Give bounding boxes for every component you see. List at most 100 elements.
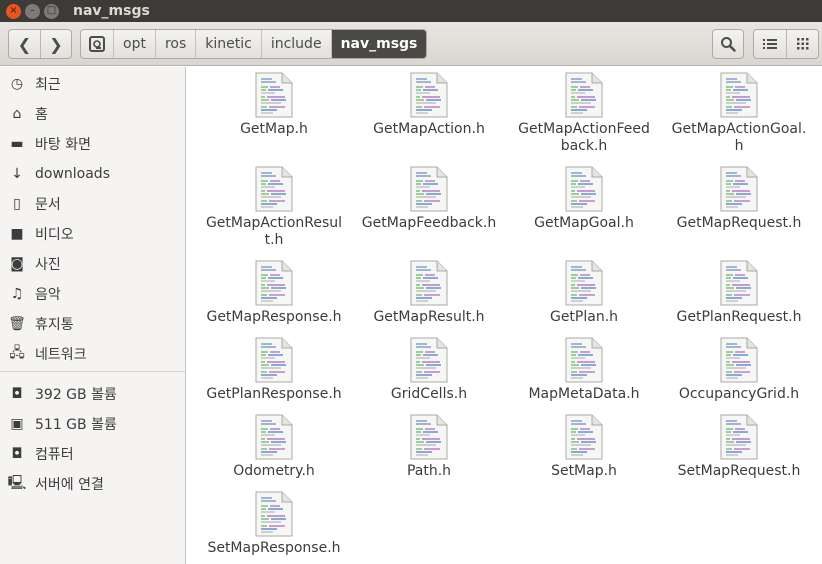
file-item[interactable]: OccupancyGrid.h (664, 337, 814, 403)
file-item[interactable]: Odometry.h (199, 414, 349, 480)
breadcrumb-opt[interactable]: opt (113, 30, 155, 58)
sidebar-item-home[interactable]: ⌂ 홈 (0, 100, 185, 128)
sidebar-item-pictures[interactable]: ◙ 사진 (0, 250, 185, 278)
file-item[interactable]: SetMapResponse.h (199, 491, 349, 557)
drive-icon: ◘ (11, 386, 23, 402)
sidebar-item-label: 음악 (35, 287, 61, 303)
chevron-left-icon: ❮ (17, 34, 32, 54)
breadcrumb-nav-msgs[interactable]: nav_msgs (330, 30, 427, 58)
file-item[interactable]: GetMapRequest.h (664, 166, 814, 232)
text-file-icon (720, 337, 758, 383)
file-item[interactable]: GetMapActionResult.h (199, 166, 349, 249)
breadcrumb-include[interactable]: include (260, 30, 331, 58)
file-name: MapMetaData.h (528, 386, 640, 402)
file-item[interactable]: GetPlanRequest.h (664, 260, 814, 326)
text-file-icon (565, 72, 603, 118)
file-item[interactable]: GetPlan.h (509, 260, 659, 326)
text-file-icon (255, 491, 293, 537)
file-name: GetMapActionResult.h (205, 215, 343, 248)
text-file-icon (565, 414, 603, 460)
minimize-window-button[interactable]: – (25, 3, 40, 19)
maximize-window-button[interactable]: □ (44, 3, 59, 19)
text-file-icon (255, 260, 293, 306)
file-name: GetMapGoal.h (534, 215, 634, 231)
file-item[interactable]: GetMapResult.h (354, 260, 504, 326)
sidebar-item-label: 문서 (35, 197, 61, 213)
text-file-icon (720, 72, 758, 118)
title-bar: × – □ nav_msgs (0, 0, 822, 22)
drive-icon: ▣ (10, 416, 24, 432)
file-item[interactable]: GetMapActionFeedback.h (509, 72, 659, 155)
sidebar-item-computer[interactable]: ◘ 컴퓨터 (0, 440, 185, 468)
breadcrumb-kinetic[interactable]: kinetic (195, 30, 261, 58)
file-name: OccupancyGrid.h (678, 386, 800, 402)
text-file-icon (410, 72, 448, 118)
sidebar-item-trash[interactable]: 🗑 휴지통 (0, 310, 185, 338)
grid-icon (796, 38, 808, 50)
music-icon: ♫ (10, 286, 24, 302)
text-file-icon (410, 260, 448, 306)
sidebar-item-documents[interactable]: ▯ 문서 (0, 190, 185, 218)
file-name: Odometry.h (233, 463, 315, 479)
search-button[interactable] (712, 29, 744, 59)
sidebar-item-recent[interactable]: ◷ 최근 (0, 70, 185, 98)
list-view-button[interactable] (754, 30, 786, 58)
sidebar-item-volume-511gb[interactable]: ▣ 511 GB 볼륨 (0, 410, 185, 438)
search-icon (721, 37, 736, 52)
file-name: SetMapRequest.h (677, 463, 801, 479)
text-file-icon (255, 72, 293, 118)
file-item[interactable]: GridCells.h (354, 337, 504, 403)
sidebar-item-videos[interactable]: ■ 비디오 (0, 220, 185, 248)
close-window-button[interactable]: × (6, 3, 21, 19)
window-title: nav_msgs (73, 3, 150, 19)
file-item[interactable]: GetMap.h (199, 72, 349, 138)
sidebar-item-label: 최근 (35, 77, 61, 93)
back-button[interactable]: ❮ (9, 30, 40, 58)
grid-view-button[interactable] (786, 30, 818, 58)
file-name: GetMapRequest.h (676, 215, 802, 231)
file-item[interactable]: Path.h (354, 414, 504, 480)
close-icon: × (9, 5, 18, 16)
sidebar-item-desktop[interactable]: ▬ 바탕 화면 (0, 130, 185, 158)
breadcrumb-root[interactable] (81, 30, 113, 58)
sidebar-item-music[interactable]: ♫ 음악 (0, 280, 185, 308)
chevron-right-icon: ❯ (49, 34, 63, 54)
file-name: GetPlanResponse.h (206, 386, 342, 402)
file-name: GetMapResponse.h (206, 309, 342, 325)
sidebar-item-label: 네트워크 (35, 347, 87, 363)
file-item[interactable]: GetMapAction.h (354, 72, 504, 138)
sidebar-item-connect-to-server[interactable]: 🖳 서버에 연결 (0, 470, 185, 498)
file-item[interactable]: MapMetaData.h (509, 337, 659, 403)
file-item[interactable]: GetPlanResponse.h (199, 337, 349, 403)
sidebar-item-label: 서버에 연결 (35, 477, 104, 493)
trash-icon: 🗑 (8, 316, 26, 332)
text-file-icon (410, 414, 448, 460)
file-item[interactable]: GetMapActionGoal.h (664, 72, 814, 155)
computer-icon: ◘ (11, 446, 23, 462)
sidebar-item-downloads[interactable]: ↓ downloads (0, 160, 185, 188)
sidebar-divider (0, 371, 185, 372)
file-item[interactable]: GetMapFeedback.h (354, 166, 504, 232)
forward-button[interactable]: ❯ (40, 30, 71, 58)
file-name: SetMap.h (551, 463, 617, 479)
view-mode-buttons (753, 29, 819, 59)
breadcrumb-ros[interactable]: ros (154, 30, 195, 58)
header-bar: ❮ ❯ opt ros kinetic include nav_msgs (0, 22, 822, 66)
text-file-icon (565, 166, 603, 212)
file-name: Path.h (406, 463, 452, 479)
text-file-icon (255, 337, 293, 383)
file-grid: GetMap.h GetMapAction.h GetMapActionFeed… (187, 67, 822, 564)
sidebar-item-volume-392gb[interactable]: ◘ 392 GB 볼륨 (0, 380, 185, 408)
file-item[interactable]: GetMapGoal.h (509, 166, 659, 232)
file-name: GridCells.h (390, 386, 468, 402)
minimize-icon: – (30, 5, 35, 16)
document-icon: ▯ (13, 196, 21, 212)
download-icon: ↓ (11, 166, 23, 182)
file-item[interactable]: SetMapRequest.h (664, 414, 814, 480)
sidebar-item-label: 컴퓨터 (35, 447, 74, 463)
maximize-icon: □ (46, 5, 57, 16)
file-name: GetPlanRequest.h (676, 309, 802, 325)
file-item[interactable]: SetMap.h (509, 414, 659, 480)
file-item[interactable]: GetMapResponse.h (199, 260, 349, 326)
sidebar-item-network[interactable]: 🖧 네트워크 (0, 340, 185, 368)
